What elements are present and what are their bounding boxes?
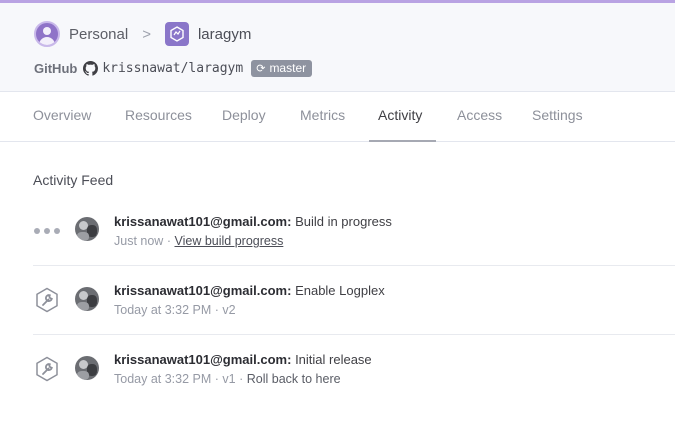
github-label: GitHub bbox=[34, 60, 78, 76]
meta-separator: · bbox=[214, 372, 219, 386]
activity-entry-title: krissanawat101@gmail.com: Initial releas… bbox=[114, 352, 372, 367]
tab-access[interactable]: Access bbox=[457, 92, 502, 142]
activity-entry-title: krissanawat101@gmail.com: Build in progr… bbox=[114, 214, 392, 229]
github-source-row: GitHub krissnawat/laragym ⟳ master bbox=[34, 59, 313, 77]
app-tabs: Overview Resources Deploy Metrics Activi… bbox=[0, 92, 675, 142]
activity-feed-title: Activity Feed bbox=[33, 172, 114, 188]
chevron-right-icon: > bbox=[142, 25, 151, 43]
activity-time: Today at 3:32 PM bbox=[114, 303, 212, 317]
wrench-icon bbox=[33, 355, 61, 383]
activity-entry-meta: Just now · View build progress bbox=[114, 234, 283, 248]
app-header: Personal > laragym GitHub krissnawat/lar… bbox=[0, 3, 675, 92]
release-version: v1 bbox=[222, 372, 236, 386]
activity-message: Build in progress bbox=[295, 214, 392, 229]
tab-settings[interactable]: Settings bbox=[532, 92, 583, 142]
activity-entry-meta: Today at 3:32 PM · v1 · Roll back to her… bbox=[114, 372, 341, 386]
tab-deploy[interactable]: Deploy bbox=[222, 92, 266, 142]
tab-overview[interactable]: Overview bbox=[33, 92, 91, 142]
tab-activity[interactable]: Activity bbox=[378, 92, 422, 142]
github-repo-link[interactable]: krissnawat/laragym bbox=[102, 61, 243, 76]
activity-message: Enable Logplex bbox=[295, 283, 385, 298]
user-avatar bbox=[75, 217, 99, 241]
roll-back-link[interactable]: Roll back to here bbox=[247, 372, 341, 386]
activity-user: krissanawat101@gmail.com: bbox=[114, 352, 292, 367]
activity-entry-title: krissanawat101@gmail.com: Enable Logplex bbox=[114, 283, 385, 298]
breadcrumb-personal[interactable]: Personal bbox=[69, 26, 128, 43]
feed-divider bbox=[33, 265, 675, 266]
feed-divider bbox=[33, 334, 675, 335]
meta-separator: · bbox=[239, 372, 244, 386]
activity-user: krissanawat101@gmail.com: bbox=[114, 214, 292, 229]
meta-separator: · bbox=[166, 234, 171, 248]
breadcrumb: Personal > laragym bbox=[34, 20, 251, 48]
github-octocat-icon bbox=[83, 60, 99, 76]
meta-separator: · bbox=[214, 303, 219, 317]
sync-icon: ⟳ bbox=[256, 62, 266, 75]
branch-badge[interactable]: ⟳ master bbox=[251, 59, 313, 77]
release-version: v2 bbox=[222, 303, 236, 317]
activity-time: Just now bbox=[114, 234, 164, 248]
user-avatar bbox=[75, 356, 99, 380]
tab-resources[interactable]: Resources bbox=[125, 92, 192, 142]
activity-time: Today at 3:32 PM bbox=[114, 372, 212, 386]
activity-message: Initial release bbox=[295, 352, 372, 367]
personal-avatar-icon[interactable] bbox=[34, 21, 60, 47]
view-build-progress-link[interactable]: View build progress bbox=[174, 234, 283, 248]
tab-metrics[interactable]: Metrics bbox=[300, 92, 345, 142]
active-tab-indicator bbox=[369, 140, 436, 142]
breadcrumb-app-name[interactable]: laragym bbox=[198, 26, 251, 43]
branch-name: master bbox=[269, 61, 307, 75]
in-progress-dots-icon bbox=[33, 217, 61, 245]
app-hexagon-icon bbox=[164, 22, 189, 46]
activity-entry-meta: Today at 3:32 PM · v2 bbox=[114, 303, 236, 317]
user-avatar bbox=[75, 287, 99, 311]
activity-user: krissanawat101@gmail.com: bbox=[114, 283, 292, 298]
wrench-icon bbox=[33, 286, 61, 314]
